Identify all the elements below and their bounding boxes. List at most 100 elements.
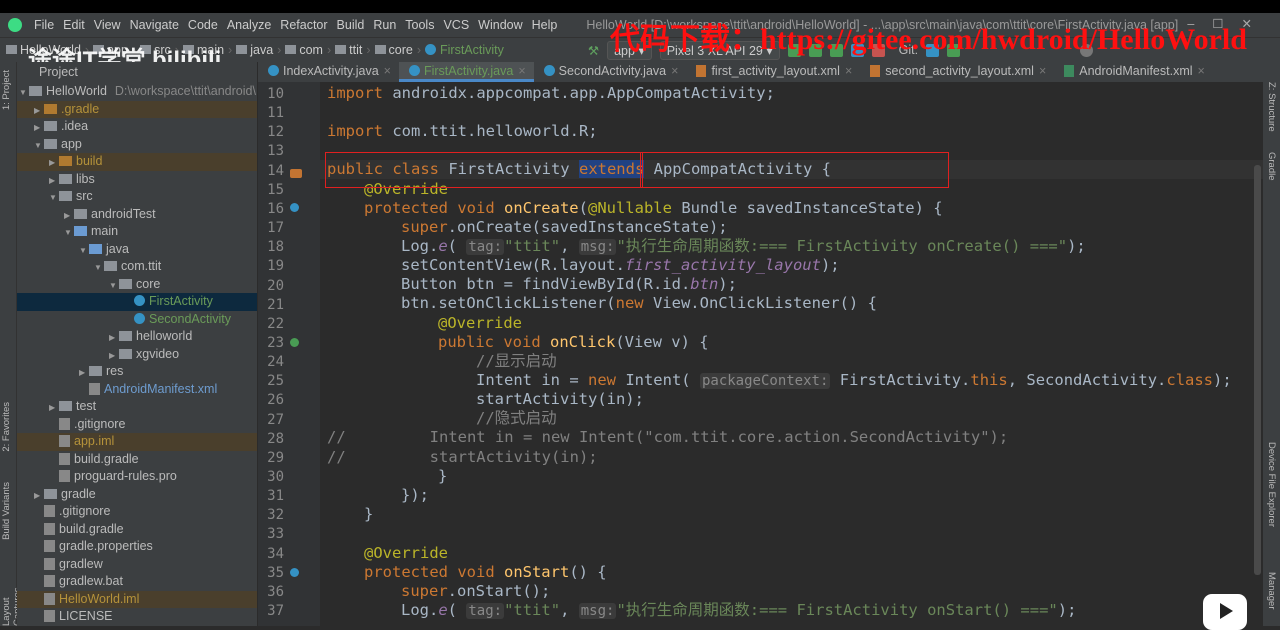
menu-navigate[interactable]: Navigate	[130, 18, 179, 32]
tab-indexactivity[interactable]: IndexActivity.java ×	[258, 62, 399, 82]
menu-file[interactable]: File	[34, 18, 54, 32]
menu-view[interactable]: View	[94, 18, 121, 32]
tree-item[interactable]: HelloWorld.iml	[17, 590, 257, 608]
tree-item[interactable]: ▶ gradle	[17, 486, 257, 505]
resource-manager-button[interactable]: Resource Manager	[1266, 572, 1280, 626]
breadcrumb-firstactivity[interactable]: FirstActivity	[425, 43, 504, 57]
tree-item[interactable]: ▶ libs	[17, 171, 257, 190]
expanded-arrow-icon[interactable]: ▼	[109, 277, 119, 295]
gradle-tool-button[interactable]: Gradle	[1266, 152, 1277, 181]
implements-method-icon[interactable]	[290, 338, 299, 347]
menu-analyze[interactable]: Analyze	[227, 18, 271, 32]
tree-item[interactable]: ▼ main	[17, 223, 257, 242]
editor-scrollbar[interactable]	[1254, 165, 1261, 575]
menu-tools[interactable]: Tools	[405, 18, 434, 32]
tree-item[interactable]: ▶ build	[17, 153, 257, 172]
overrides-method-icon[interactable]	[290, 203, 299, 212]
menu-edit[interactable]: Edit	[63, 18, 85, 32]
tab-firstactivity[interactable]: FirstActivity.java ×	[398, 62, 534, 82]
favorites-tool-button[interactable]: 2: Favorites	[1, 402, 12, 452]
tree-item[interactable]: ▶ .idea	[17, 118, 257, 137]
tree-item[interactable]: ▼ src	[17, 188, 257, 207]
menu-build[interactable]: Build	[337, 18, 365, 32]
tree-item[interactable]: LICENSE	[17, 608, 257, 626]
tree-item[interactable]: ▶ test	[17, 398, 257, 417]
tree-item[interactable]: FirstActivity	[17, 293, 257, 311]
tree-item-label: helloworld	[136, 329, 193, 343]
line-number: 19	[267, 258, 284, 275]
method-name: onClick	[549, 333, 616, 351]
project-panel-header[interactable]: Project	[17, 62, 257, 82]
tree-item[interactable]: ▶ .gradle	[17, 100, 257, 120]
breadcrumb-core[interactable]: core	[374, 43, 413, 57]
tree-item[interactable]: ▼ com.ttit	[17, 258, 257, 277]
tree-item-label: xgvideo	[136, 346, 180, 361]
code-editor[interactable]: import androidx.appcompat.app.AppCompatA…	[320, 82, 1263, 626]
collapsed-arrow-icon[interactable]: ▶	[49, 172, 59, 190]
menu-window[interactable]: Window	[478, 18, 522, 32]
structure-tool-button[interactable]: Z: Structure	[1266, 82, 1277, 132]
collapsed-arrow-icon[interactable]: ▶	[49, 399, 59, 417]
collapsed-arrow-icon[interactable]: ▶	[109, 329, 119, 347]
collapsed-arrow-icon[interactable]: ▶	[34, 487, 44, 505]
tree-item[interactable]: ▶ androidTest	[17, 206, 257, 225]
close-icon[interactable]: ×	[845, 64, 852, 78]
tree-item[interactable]: build.gradle	[17, 521, 257, 539]
tree-item[interactable]: gradle.properties	[17, 538, 257, 556]
menu-refactor[interactable]: Refactor	[280, 18, 327, 32]
expanded-arrow-icon[interactable]: ▼	[64, 224, 74, 242]
keyword: public void	[438, 333, 550, 351]
expanded-arrow-icon[interactable]: ▼	[49, 189, 59, 207]
expanded-arrow-icon[interactable]: ▼	[79, 242, 89, 260]
tree-item[interactable]: .gitignore	[17, 416, 257, 434]
close-icon[interactable]: ×	[384, 64, 391, 78]
close-icon[interactable]: ×	[518, 64, 525, 78]
breadcrumb-ttit[interactable]: ttit	[335, 43, 362, 57]
tree-item[interactable]: app.iml	[17, 433, 257, 451]
close-icon[interactable]: ×	[1039, 64, 1046, 78]
collapsed-arrow-icon[interactable]: ▶	[64, 207, 74, 225]
menu-code[interactable]: Code	[188, 18, 218, 32]
tree-item[interactable]: proguard-rules.pro	[17, 468, 257, 486]
tab-secondactivity[interactable]: SecondActivity.java ×	[534, 62, 687, 82]
close-icon[interactable]: ×	[1198, 64, 1205, 78]
device-file-explorer-button[interactable]: Device File Explorer	[1266, 442, 1277, 527]
video-play-icon[interactable]	[1203, 594, 1247, 630]
project-tool-button[interactable]: 1: Project	[1, 70, 12, 110]
collapsed-arrow-icon[interactable]: ▶	[49, 154, 59, 172]
tree-item[interactable]: gradlew.bat	[17, 573, 257, 591]
hammer-build-icon[interactable]: ⚒	[588, 43, 599, 58]
build-variants-tool-button[interactable]: Build Variants	[1, 482, 12, 540]
tree-item[interactable]: AndroidManifest.xml	[17, 381, 257, 399]
collapsed-arrow-icon[interactable]: ▶	[79, 364, 89, 382]
tree-item[interactable]: ▶ xgvideo	[17, 346, 257, 365]
tab-label: second_activity_layout.xml	[885, 64, 1034, 78]
collapsed-arrow-icon[interactable]: ▶	[109, 347, 119, 365]
tree-item[interactable]: ▼ app	[17, 136, 257, 155]
tree-item[interactable]: SecondActivity	[17, 311, 257, 329]
overrides-method-icon[interactable]	[290, 568, 299, 577]
tree-item[interactable]: build.gradle	[17, 451, 257, 469]
breadcrumb-java[interactable]: java	[236, 43, 273, 57]
breadcrumb-com[interactable]: com	[285, 43, 323, 57]
tree-item[interactable]: ▼ HelloWorld D:\workspace\ttit\android\Hel…	[17, 83, 257, 102]
tree-item[interactable]: ▼ java	[17, 241, 257, 260]
tree-item[interactable]: ▼ core	[17, 276, 257, 295]
override-gutter-icon[interactable]	[290, 169, 302, 178]
tab-second-activity-layout[interactable]: second_activity_layout.xml ×	[860, 62, 1054, 82]
tab-first-activity-layout[interactable]: first_activity_layout.xml ×	[686, 62, 860, 82]
close-icon[interactable]: ×	[671, 64, 678, 78]
collapsed-arrow-icon[interactable]: ▶	[34, 119, 44, 137]
tree-item[interactable]: .gitignore	[17, 503, 257, 521]
expanded-arrow-icon[interactable]: ▼	[34, 137, 44, 155]
tree-item[interactable]: gradlew	[17, 556, 257, 574]
expanded-arrow-icon[interactable]: ▼	[19, 84, 29, 102]
menu-help[interactable]: Help	[532, 18, 558, 32]
expanded-arrow-icon[interactable]: ▼	[94, 259, 104, 277]
menu-vcs[interactable]: VCS	[443, 18, 469, 32]
collapsed-arrow-icon[interactable]: ▶	[34, 102, 44, 120]
tree-item[interactable]: ▶ res	[17, 363, 257, 382]
tab-androidmanifest[interactable]: AndroidManifest.xml ×	[1054, 62, 1213, 82]
menu-run[interactable]: Run	[373, 18, 396, 32]
tree-item[interactable]: ▶ helloworld	[17, 328, 257, 347]
